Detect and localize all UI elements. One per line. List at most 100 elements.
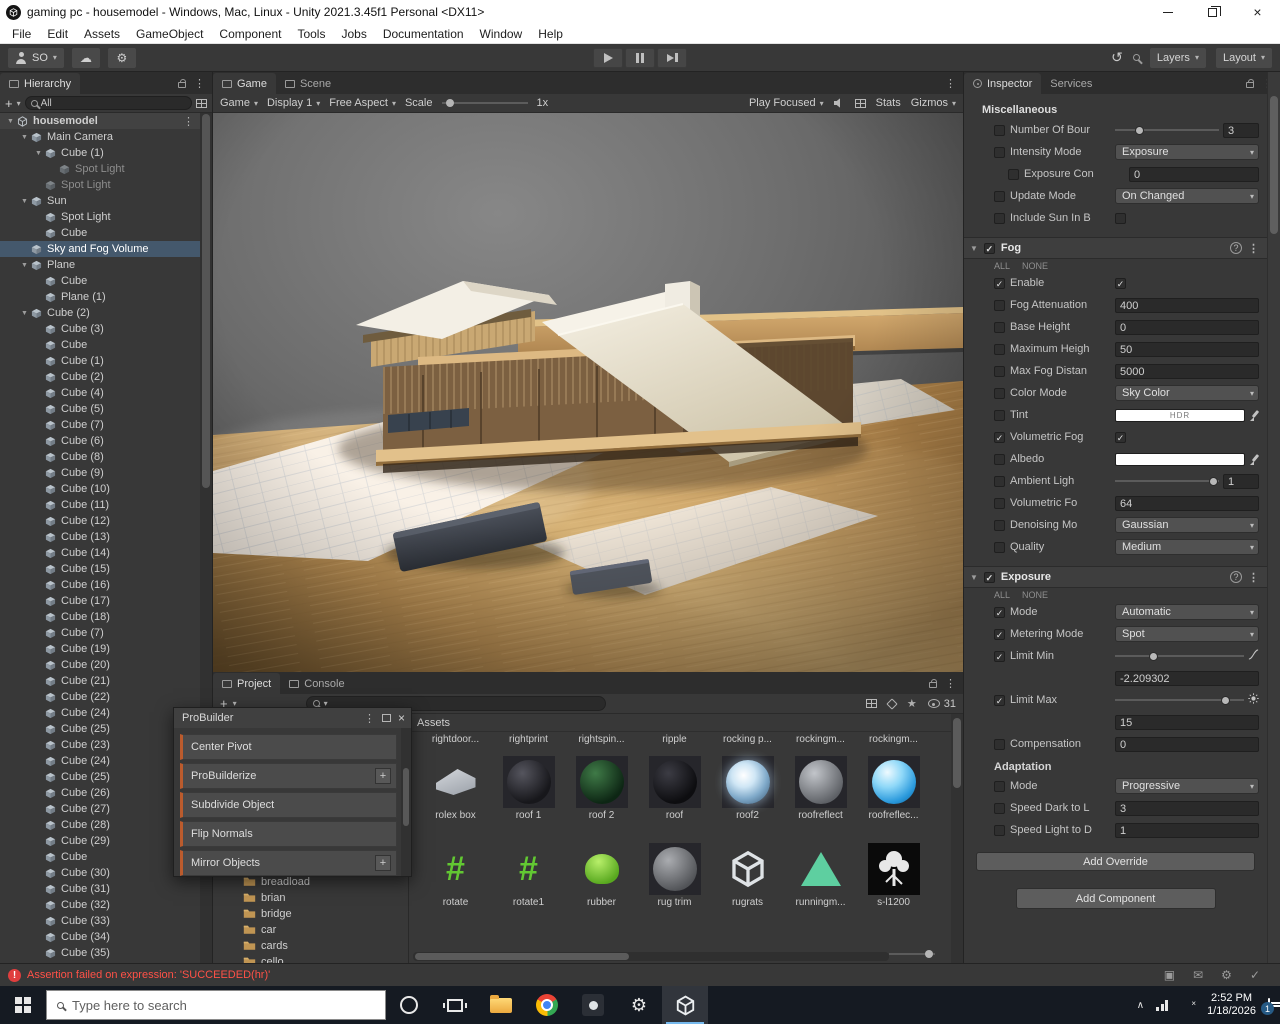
hierarchy-item-cube-7[interactable]: Cube (7) xyxy=(0,417,200,433)
task-view-button[interactable] xyxy=(432,986,478,1024)
hierarchy-item-cube-4[interactable]: Cube (4) xyxy=(0,385,200,401)
value-checkbox[interactable] xyxy=(1115,212,1126,224)
lock-icon[interactable] xyxy=(178,79,186,88)
hierarchy-item-cube-20[interactable]: Cube (20) xyxy=(0,657,200,673)
network-signal-icon[interactable] xyxy=(1156,999,1169,1011)
asset-rolex-box[interactable]: rolex box xyxy=(419,756,492,821)
asset-rug-trim[interactable]: rug trim xyxy=(638,843,711,908)
eyedropper-icon[interactable] xyxy=(1249,409,1259,421)
none-toggle[interactable]: NONE xyxy=(1022,261,1048,271)
tab-services[interactable]: Services xyxy=(1041,73,1101,94)
override-toggle[interactable] xyxy=(994,453,1005,465)
hierarchy-item-cube[interactable]: Cube xyxy=(0,225,200,241)
hierarchy-item-cube-9[interactable]: Cube (9) xyxy=(0,465,200,481)
step-button[interactable] xyxy=(657,47,687,68)
add-object-button[interactable]: + xyxy=(5,96,13,111)
stats-button[interactable]: Stats xyxy=(876,97,901,109)
section-menu-icon[interactable]: ⋮ xyxy=(1248,571,1259,584)
folder-brian[interactable]: brian xyxy=(213,890,408,906)
asset-roof2[interactable]: roof2 xyxy=(711,756,784,821)
hierarchy-item-cube-15[interactable]: Cube (15) xyxy=(0,561,200,577)
menu-help[interactable]: Help xyxy=(530,24,571,43)
gizmos-dropdown[interactable]: Gizmos ▾ xyxy=(911,97,956,109)
asset-runningm[interactable]: runningm... xyxy=(784,843,857,908)
tab-scene[interactable]: Scene xyxy=(276,73,340,94)
tab-project[interactable]: Project xyxy=(213,673,281,694)
probuilder-scrollbar[interactable] xyxy=(401,728,411,876)
probuilder-titlebar[interactable]: ProBuilder ⋮ × xyxy=(174,708,411,728)
value-field[interactable]: 400 xyxy=(1115,297,1259,313)
override-toggle[interactable] xyxy=(994,321,1005,333)
hidden-items-count[interactable]: 31 xyxy=(927,698,956,710)
lock-icon[interactable] xyxy=(929,679,937,688)
search-filter-icon[interactable] xyxy=(196,98,207,108)
menu-gameobject[interactable]: GameObject xyxy=(128,24,211,43)
section-menu-icon[interactable]: ⋮ xyxy=(1248,242,1259,255)
slider-knob[interactable] xyxy=(445,99,454,107)
hierarchy-item-cube-21[interactable]: Cube (21) xyxy=(0,673,200,689)
override-toggle[interactable] xyxy=(1008,168,1019,180)
project-scrollbar[interactable] xyxy=(951,714,963,963)
taskbar-search-input[interactable] xyxy=(72,997,375,1013)
hierarchy-item-plane-1[interactable]: Plane (1) xyxy=(0,289,200,305)
filter-by-label-icon[interactable] xyxy=(886,697,898,710)
aspect-selector[interactable]: Free Aspect ▾ xyxy=(329,97,396,109)
menu-edit[interactable]: Edit xyxy=(39,24,76,43)
probuilder-action-mirror-objects[interactable]: Mirror Objects + xyxy=(180,850,397,876)
dropdown[interactable]: Gaussian ▾ xyxy=(1115,517,1259,533)
scale-slider[interactable] xyxy=(441,98,528,108)
override-toggle[interactable] xyxy=(994,628,1005,640)
folder-bridge[interactable]: bridge xyxy=(213,906,408,922)
override-toggle[interactable] xyxy=(994,277,1005,289)
value-field[interactable]: 1 xyxy=(1223,473,1259,489)
hierarchy-item-cube[interactable]: Cube xyxy=(0,273,200,289)
hierarchy-item-cube-24[interactable]: Cube (24) xyxy=(0,753,200,769)
hierarchy-item-cube-28[interactable]: Cube (28) xyxy=(0,817,200,833)
unity-editor-button[interactable] xyxy=(662,986,708,1024)
hierarchy-item-cube-22[interactable]: Cube (22) xyxy=(0,689,200,705)
media-app-button[interactable] xyxy=(570,986,616,1024)
mute-audio-icon[interactable] xyxy=(833,98,841,108)
asset-roofreflect[interactable]: roofreflect xyxy=(784,756,857,821)
hierarchy-item-spot-light[interactable]: Spot Light xyxy=(0,177,200,193)
hierarchy-item-cube-11[interactable]: Cube (11) xyxy=(0,497,200,513)
hierarchy-item-cube-31[interactable]: Cube (31) xyxy=(0,881,200,897)
asset-rugrats[interactable]: rugrats xyxy=(711,843,784,908)
hierarchy-item-cube-14[interactable]: Cube (14) xyxy=(0,545,200,561)
hierarchy-item-cube-18[interactable]: Cube (18) xyxy=(0,609,200,625)
override-toggle[interactable] xyxy=(994,212,1005,224)
value-field[interactable]: 0 xyxy=(1115,736,1259,752)
value-field[interactable]: 3 xyxy=(1115,800,1259,816)
slider[interactable] xyxy=(1115,124,1219,136)
error-icon[interactable]: ! xyxy=(8,968,21,982)
slider-knob[interactable] xyxy=(1134,125,1144,135)
menu-component[interactable]: Component xyxy=(211,24,289,43)
filter-by-type-icon[interactable] xyxy=(865,699,877,708)
minimize-button[interactable] xyxy=(1145,0,1190,24)
hierarchy-item-sky-and-fog-volume[interactable]: Sky and Fog Volume xyxy=(0,241,200,257)
override-toggle[interactable] xyxy=(994,387,1005,399)
menu-window[interactable]: Window xyxy=(472,24,531,43)
slider[interactable] xyxy=(1115,694,1244,706)
override-toggle[interactable] xyxy=(994,650,1005,662)
status-message[interactable]: Assertion failed on expression: 'SUCCEED… xyxy=(27,969,270,981)
hierarchy-item-cube[interactable]: Cube xyxy=(0,337,200,353)
dropdown[interactable]: On Changed ▾ xyxy=(1115,188,1259,204)
menu-assets[interactable]: Assets xyxy=(76,24,128,43)
options-button[interactable]: + xyxy=(375,855,391,871)
unity-hub-button[interactable]: ⚙ xyxy=(616,986,662,1024)
assets-breadcrumb[interactable]: Assets xyxy=(409,714,951,732)
slider-knob[interactable] xyxy=(1148,651,1158,661)
hierarchy-item-cube-34[interactable]: Cube (34) xyxy=(0,929,200,945)
hierarchy-item-cube-1[interactable]: Cube (1) xyxy=(0,353,200,369)
hierarchy-item-housemodel[interactable]: ▼ housemodel ⋮ xyxy=(0,113,200,129)
layout-dropdown[interactable]: Layout ▾ xyxy=(1215,47,1272,68)
restore-button[interactable] xyxy=(1190,0,1235,24)
help-icon[interactable]: ? xyxy=(1230,242,1242,254)
vsync-icon[interactable] xyxy=(854,98,866,108)
dropdown[interactable]: Progressive ▾ xyxy=(1115,778,1259,794)
file-explorer-button[interactable] xyxy=(478,986,524,1024)
help-icon[interactable]: ? xyxy=(1230,571,1242,583)
play-focused-selector[interactable]: Play Focused ▾ xyxy=(749,97,824,109)
probuilder-action-center-pivot[interactable]: Center Pivot xyxy=(180,734,397,760)
